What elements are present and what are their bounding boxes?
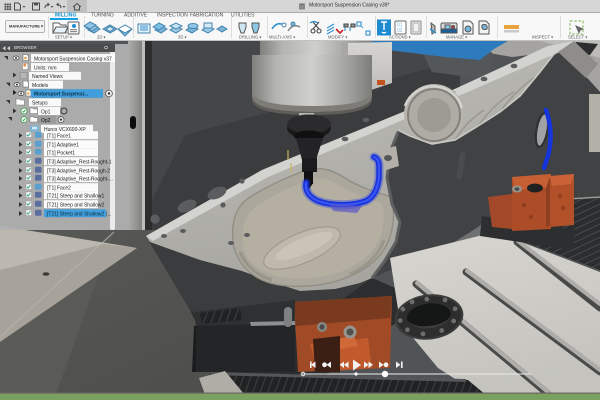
svg-text:Models: Models	[32, 83, 49, 89]
svg-text:Motorsport Suspensi...: Motorsport Suspensi...	[34, 92, 89, 98]
svg-text:Named Views: Named Views	[32, 74, 63, 80]
svg-text:[T21] Steep and Shallow2: [T21] Steep and Shallow2	[47, 202, 104, 208]
svg-text:[T21] Steep and Shallow2 (...: [T21] Steep and Shallow2 (...	[47, 211, 111, 217]
svg-text:[T3] Adaptive_Rest-Rought-1: [T3] Adaptive_Rest-Rought-1	[47, 159, 112, 165]
svg-text:Setups: Setups	[32, 101, 48, 107]
svg-text:Op2: Op2	[41, 118, 51, 124]
svg-text:Motorsport Suspension Casing v: Motorsport Suspension Casing v37	[34, 57, 112, 63]
svg-text:[T3] Adaptive_Rest-Rought-...: [T3] Adaptive_Rest-Rought-...	[47, 177, 113, 183]
svg-text:Op1: Op1	[41, 109, 51, 115]
svg-text:[T1] Adaptive1: [T1] Adaptive1	[47, 142, 79, 148]
svg-text:[T3] Adaptive_Rest-Rough-2: [T3] Adaptive_Rest-Rough-2	[47, 168, 110, 174]
svg-text:[T1] Pocket1: [T1] Pocket1	[47, 151, 75, 157]
svg-text:[T21] Steep and Shallow1: [T21] Steep and Shallow1	[47, 194, 104, 200]
svg-text:Units: mm: Units: mm	[34, 65, 57, 71]
svg-text:[T1] Face1: [T1] Face1	[47, 134, 71, 140]
svg-text:02: 02	[397, 28, 403, 34]
svg-text:[T1] Face2: [T1] Face2	[47, 185, 71, 191]
